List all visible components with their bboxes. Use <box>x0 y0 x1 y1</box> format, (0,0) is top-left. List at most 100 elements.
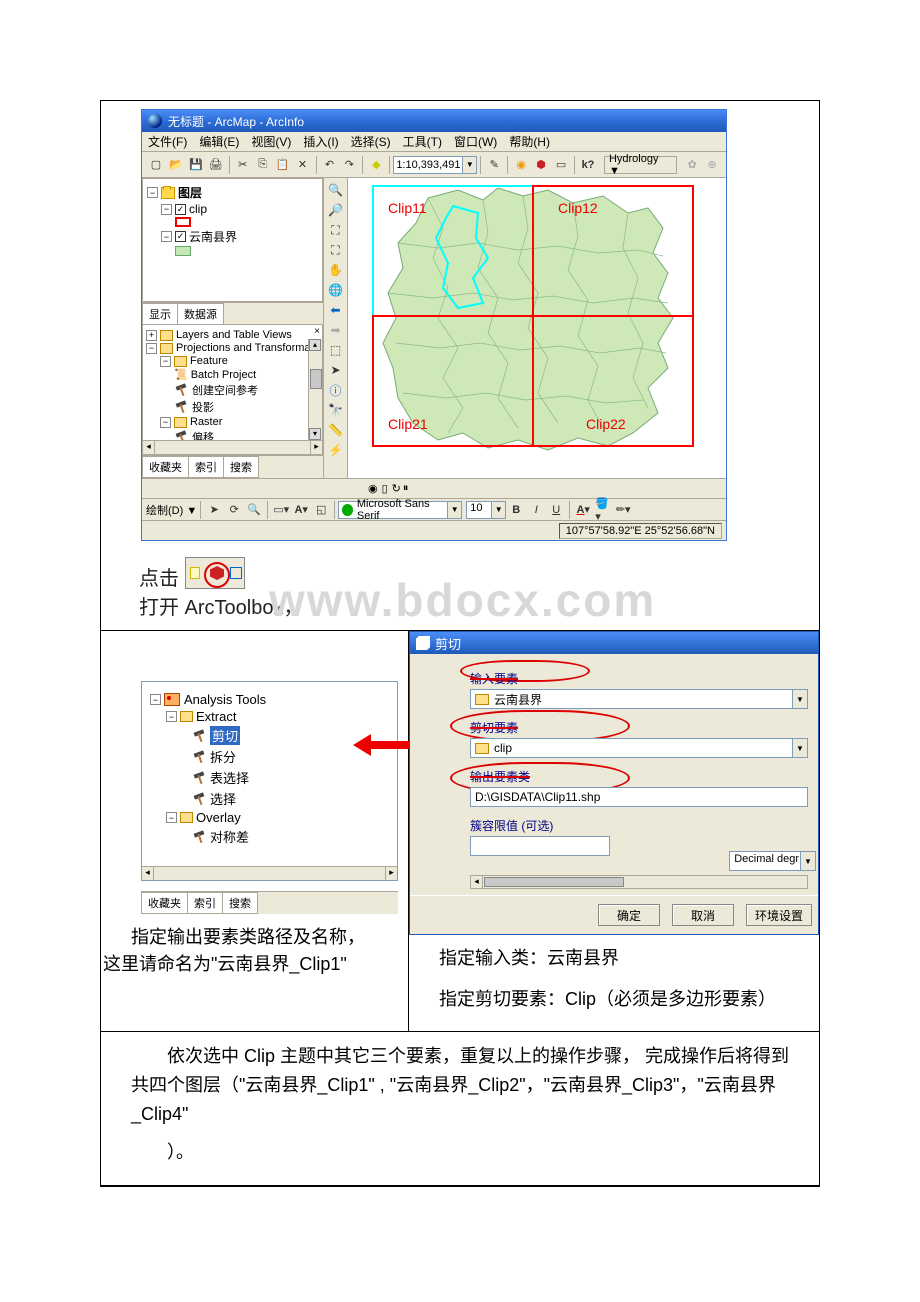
cut-icon[interactable]: ✂ <box>234 156 252 174</box>
env-button[interactable]: 环境设置 <box>746 904 812 926</box>
analysis-tools[interactable]: Analysis Tools <box>184 692 266 707</box>
underline-icon[interactable]: U <box>547 501 565 519</box>
text-icon[interactable]: A▾ <box>292 501 310 519</box>
clip-features-field[interactable]: clip▼ <box>470 738 808 758</box>
h-scrollbar[interactable]: ◂▸ <box>142 866 397 880</box>
editor-icon[interactable]: ✎ <box>485 156 503 174</box>
select-icon[interactable]: ➤ <box>205 501 223 519</box>
next-extent-icon[interactable]: ➡ <box>327 321 345 339</box>
select-elements-icon[interactable]: ➤ <box>327 361 345 379</box>
whatsthis-icon[interactable]: k? <box>579 156 597 174</box>
close-icon[interactable]: × <box>314 326 320 337</box>
tool-icon[interactable]: ✿ <box>683 156 701 174</box>
collapse-icon[interactable]: − <box>161 204 172 215</box>
layer-checkbox[interactable]: ✓ <box>175 231 186 242</box>
toc-tab-display[interactable]: 显示 <box>142 303 178 324</box>
dropdown-icon[interactable]: ▼ <box>792 689 808 709</box>
copy-icon[interactable]: ⎘ <box>254 156 272 174</box>
collapse-icon[interactable]: − <box>146 343 157 354</box>
draw-dropdown[interactable]: 绘制(D) ▼ <box>146 502 197 518</box>
menu-insert[interactable]: 插入(I) <box>303 133 338 150</box>
tb-layers-views[interactable]: Layers and Table Views <box>176 329 292 341</box>
menu-tools[interactable]: 工具(T) <box>403 133 442 150</box>
zoom-icon[interactable]: 🔍 <box>245 501 263 519</box>
layer-yunnan[interactable]: 云南县界 <box>189 228 237 245</box>
new-icon[interactable]: ▢ <box>147 156 165 174</box>
measure-icon[interactable]: 📏 <box>327 421 345 439</box>
yunnan-symbol[interactable] <box>175 246 191 256</box>
tab-search[interactable]: 搜索 <box>222 892 258 914</box>
split-tool[interactable]: 拆分 <box>210 747 236 766</box>
select-features-icon[interactable]: ⬚ <box>327 341 345 359</box>
expand-icon[interactable]: + <box>146 330 157 341</box>
h-scrollbar[interactable]: ◂ <box>470 875 808 889</box>
tab-index[interactable]: 索引 <box>187 892 223 914</box>
title-bar[interactable]: 无标题 - ArcMap - ArcInfo <box>142 110 726 132</box>
dropdown-icon[interactable]: ▼ <box>792 738 808 758</box>
redo-icon[interactable]: ↷ <box>340 156 358 174</box>
rotate-icon[interactable]: ⟳ <box>225 501 243 519</box>
collapse-icon[interactable]: − <box>166 711 177 722</box>
layout-view-icon[interactable]: ▯ <box>382 482 388 495</box>
fixed-zoom-in-icon[interactable]: ⛶ <box>327 221 345 239</box>
find-icon[interactable]: 🔭 <box>327 401 345 419</box>
menu-help[interactable]: 帮助(H) <box>509 133 550 150</box>
menu-select[interactable]: 选择(S) <box>351 133 391 150</box>
hydrology-dropdown[interactable]: Hydrology ▼ <box>604 156 677 174</box>
prev-extent-icon[interactable]: ⬅ <box>327 301 345 319</box>
hyperlink-icon[interactable]: ⚡ <box>327 441 345 459</box>
pause-icon[interactable]: ⏸ <box>403 482 409 495</box>
fontsize-input[interactable]: 10 <box>466 501 492 519</box>
scale-input[interactable]: 1:10,393,491 <box>393 156 463 174</box>
save-icon[interactable]: 💾 <box>187 156 205 174</box>
map-view[interactable]: Clip11 Clip12 Clip21 Clip22 <box>348 178 726 478</box>
table-select-tool[interactable]: 表选择 <box>210 768 249 787</box>
menu-bar[interactable]: 文件(F) 编辑(E) 视图(V) 插入(I) 选择(S) 工具(T) 窗口(W… <box>142 132 726 152</box>
font-select[interactable]: Microsoft Sans Serif <box>357 498 444 522</box>
dialog-titlebar[interactable]: 剪切 <box>410 632 818 654</box>
rect-icon[interactable]: ▭▾ <box>272 501 290 519</box>
clip-tool[interactable]: 剪切 <box>210 726 240 745</box>
fill-color-icon[interactable]: 🪣▾ <box>594 501 612 519</box>
tb-projections[interactable]: Projections and Transformat <box>176 342 314 354</box>
tb-create-sr[interactable]: 创建空间参考 <box>192 382 258 398</box>
tab-search[interactable]: 搜索 <box>223 456 259 478</box>
output-field[interactable]: D:\GISDATA\Clip11.shp <box>470 787 808 807</box>
collapse-icon[interactable]: − <box>160 356 171 367</box>
cancel-button[interactable]: 取消 <box>672 904 734 926</box>
fixed-zoom-out-icon[interactable]: ⛶ <box>327 241 345 259</box>
italic-icon[interactable]: I <box>527 501 545 519</box>
bold-icon[interactable]: B <box>507 501 525 519</box>
refresh-icon[interactable]: ↻ <box>392 482 401 495</box>
tab-favorites[interactable]: 收藏夹 <box>141 892 188 914</box>
collapse-icon[interactable]: − <box>147 187 158 198</box>
scroll-thumb[interactable] <box>484 877 624 887</box>
layer-clip[interactable]: clip <box>189 202 207 216</box>
add-data-icon[interactable]: ◆ <box>367 156 385 174</box>
zoom-in-icon[interactable]: 🔍 <box>327 181 345 199</box>
undo-icon[interactable]: ↶ <box>321 156 339 174</box>
open-icon[interactable]: 📂 <box>167 156 185 174</box>
collapse-icon[interactable]: − <box>160 417 171 428</box>
print-icon[interactable]: 🖨 <box>207 156 225 174</box>
menu-view[interactable]: 视图(V) <box>251 133 291 150</box>
ok-button[interactable]: 确定 <box>598 904 660 926</box>
layer-checkbox[interactable]: ✓ <box>175 204 186 215</box>
overlay-toolset[interactable]: Overlay <box>196 810 241 825</box>
cmd-icon[interactable]: ▭ <box>552 156 570 174</box>
font-color-icon[interactable]: A▾ <box>574 501 592 519</box>
toc-root[interactable]: 图层 <box>178 184 202 201</box>
delete-icon[interactable]: ✕ <box>294 156 312 174</box>
menu-window[interactable]: 窗口(W) <box>454 133 497 150</box>
tb-raster[interactable]: Raster <box>190 416 222 428</box>
toc-tab-source[interactable]: 数据源 <box>177 303 224 324</box>
tolerance-field[interactable] <box>470 836 610 856</box>
select-tool[interactable]: 选择 <box>210 789 236 808</box>
dropdown-icon[interactable]: ▼ <box>800 851 816 871</box>
pan-icon[interactable]: ✋ <box>327 261 345 279</box>
scale-dropdown[interactable]: ▼ <box>463 156 477 174</box>
arccatalog-icon[interactable]: ◉ <box>512 156 530 174</box>
extract-toolset[interactable]: Extract <box>196 709 236 724</box>
callout-icon[interactable]: ◱ <box>312 501 330 519</box>
fontsize-dropdown[interactable]: ▼ <box>492 501 506 519</box>
